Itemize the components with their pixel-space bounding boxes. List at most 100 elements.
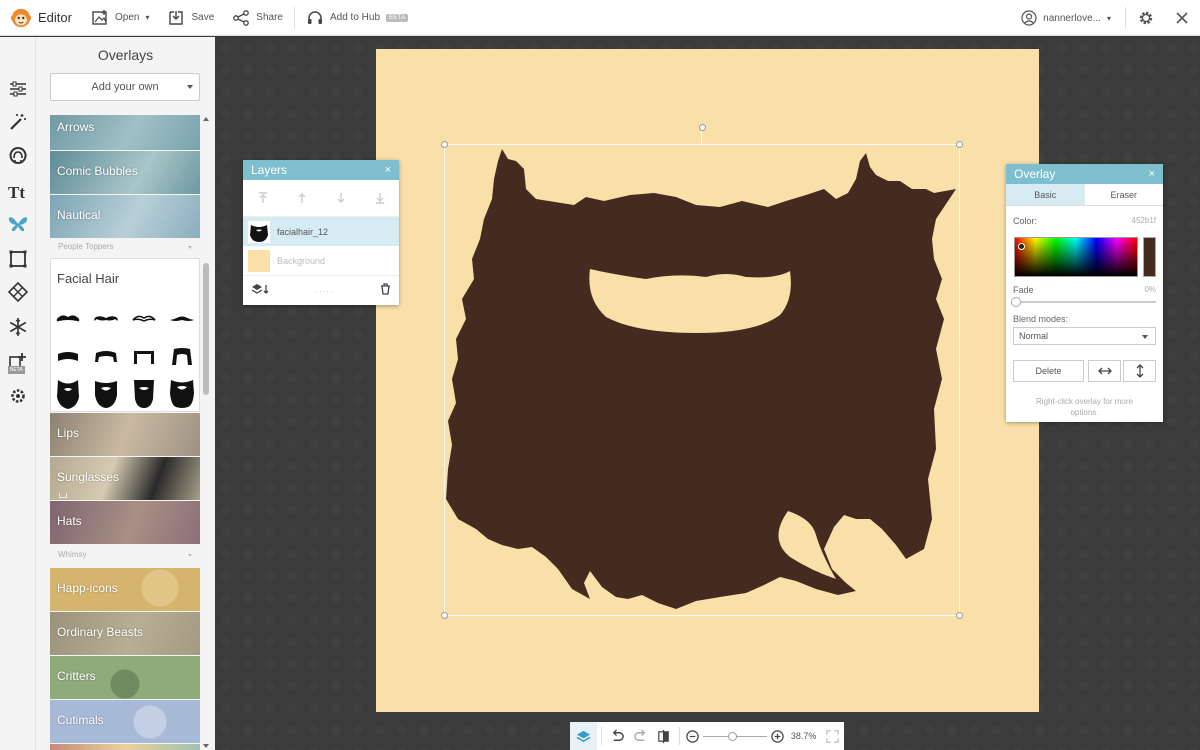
share-button[interactable]: Share	[223, 0, 292, 36]
overlay-panel-header[interactable]: Overlay ×	[1006, 164, 1163, 184]
rotate-handle[interactable]	[699, 124, 706, 131]
color-picker[interactable]	[1014, 237, 1138, 277]
color-hex-value[interactable]: 452b1f	[1132, 216, 1156, 225]
close-icon[interactable]: ×	[385, 164, 391, 176]
category-tile-cutimals[interactable]: Cutimals	[50, 700, 200, 743]
mustache-5-thumbnail[interactable]	[54, 343, 82, 371]
rail-effects[interactable]	[6, 110, 30, 134]
layer-row-background[interactable]: Background	[243, 246, 399, 275]
save-button[interactable]: Save	[158, 0, 223, 36]
beard-3-thumbnail[interactable]	[130, 380, 158, 408]
zoom-slider[interactable]	[703, 731, 767, 741]
resize-handle-top-left[interactable]	[441, 141, 448, 148]
category-tile-nautical[interactable]: Nautical	[50, 195, 200, 238]
blend-label: Blend modes:	[1013, 314, 1069, 324]
category-tile-sunglasses[interactable]: Sunglasses	[50, 457, 200, 500]
move-up-button[interactable]	[295, 191, 309, 205]
mustache-3-thumbnail[interactable]	[130, 305, 158, 333]
save-label: Save	[191, 12, 215, 23]
mustache-7-thumbnail[interactable]	[130, 343, 158, 371]
rail-textures[interactable]	[6, 280, 30, 304]
user-avatar-icon	[1021, 10, 1037, 26]
scroll-up-arrow-icon[interactable]	[203, 117, 209, 121]
fade-slider[interactable]	[1011, 297, 1156, 307]
category-tile-lips[interactable]: Lips	[50, 413, 200, 456]
user-menu[interactable]: nannerlove... ▾	[1009, 10, 1123, 26]
section-header-people-toppers[interactable]: People Toppers	[58, 242, 192, 251]
layers-panel-header[interactable]: Layers ×	[243, 160, 399, 180]
selection-box[interactable]	[441, 124, 963, 619]
zoom-out-button[interactable]	[684, 722, 701, 750]
overlay-category-list[interactable]: Arrows Comic Bubbles Nautical People Top…	[50, 115, 200, 750]
fit-screen-button[interactable]	[821, 722, 844, 750]
drag-grip[interactable]: .....	[316, 284, 334, 294]
bring-to-front-button[interactable]	[256, 191, 270, 205]
category-tile-critters[interactable]: Critters	[50, 656, 200, 699]
compare-button[interactable]	[652, 722, 675, 750]
category-tile-comic-bubbles[interactable]: Comic Bubbles	[50, 151, 200, 194]
zoom-slider-knob[interactable]	[728, 731, 738, 741]
redo-button[interactable]	[629, 722, 652, 750]
mustache-2-thumbnail[interactable]	[92, 305, 120, 333]
beard-icon	[134, 380, 154, 408]
category-tile-ordinary-beasts[interactable]: Ordinary Beasts	[50, 612, 200, 655]
fade-slider-knob[interactable]	[1011, 297, 1021, 307]
open-button[interactable]: Open ▾	[82, 0, 158, 36]
category-tile-next[interactable]	[50, 744, 200, 750]
flip-vertical-button[interactable]	[1123, 360, 1156, 382]
beard-2-thumbnail[interactable]	[92, 380, 120, 408]
scroll-down-arrow-icon[interactable]	[203, 744, 209, 748]
layer-row-facialhair[interactable]: facialhair_12	[243, 217, 399, 246]
flip-horizontal-button[interactable]	[1088, 360, 1121, 382]
zoom-out-icon	[686, 729, 700, 743]
hub-label: Add to Hub	[329, 12, 381, 23]
layer-name: Background	[277, 255, 326, 266]
section-header-whimsy[interactable]: Whimsy	[58, 550, 192, 559]
rail-text[interactable]: Tt	[6, 180, 30, 204]
beard-4-thumbnail[interactable]	[168, 380, 196, 408]
move-down-button[interactable]	[334, 191, 348, 205]
category-tile-happ-icons[interactable]: Happ-icons	[50, 568, 200, 611]
rail-settings[interactable]	[6, 384, 30, 408]
settings-button[interactable]	[1128, 0, 1164, 36]
add-your-own-dropdown[interactable]: Add your own	[50, 73, 200, 101]
zoom-in-button[interactable]	[769, 722, 786, 750]
blend-mode-select[interactable]: Normal	[1013, 327, 1156, 345]
color-picker-cursor[interactable]	[1018, 243, 1025, 250]
rail-basic-edits[interactable]	[6, 77, 30, 101]
resize-handle-bottom-left[interactable]	[441, 612, 448, 619]
resize-handle-bottom-right[interactable]	[956, 612, 963, 619]
close-icon[interactable]: ×	[1149, 168, 1155, 180]
undo-button[interactable]	[606, 722, 629, 750]
chevron-down-icon: ▾	[145, 13, 150, 22]
tab-basic[interactable]: Basic	[1006, 184, 1085, 205]
gear-icon	[1139, 11, 1153, 25]
photo-canvas[interactable]	[376, 49, 1039, 712]
layers-footer: .....	[243, 275, 399, 301]
merge-layers-icon[interactable]	[251, 283, 269, 295]
tab-eraser[interactable]: Eraser	[1085, 184, 1164, 205]
add-to-hub-button[interactable]: Add to Hub BETA	[297, 0, 417, 36]
layers-toggle-button[interactable]	[570, 722, 597, 750]
beard-1-thumbnail[interactable]	[54, 380, 82, 409]
mustache-4-thumbnail[interactable]	[168, 305, 196, 333]
delete-overlay-button[interactable]: Delete	[1013, 360, 1084, 382]
send-to-back-button[interactable]	[373, 191, 387, 205]
current-color-swatch[interactable]	[1143, 237, 1156, 277]
mustache-1-thumbnail[interactable]	[54, 305, 82, 333]
rail-seasonal[interactable]	[6, 315, 30, 339]
mustache-8-thumbnail[interactable]	[168, 343, 196, 371]
rail-overlays[interactable]	[6, 212, 30, 236]
rail-frames[interactable]	[6, 247, 30, 271]
scrollbar-thumb[interactable]	[203, 263, 209, 395]
panel-scrollbar[interactable]	[202, 115, 210, 750]
trash-icon[interactable]	[380, 282, 391, 295]
mustache-6-thumbnail[interactable]	[92, 343, 120, 371]
close-editor-button[interactable]	[1164, 0, 1200, 36]
category-tile-hats[interactable]: Hats	[50, 501, 200, 544]
rail-touch-up[interactable]	[6, 144, 30, 168]
resize-handle-top-right[interactable]	[956, 141, 963, 148]
category-tile-arrows[interactable]: Arrows	[50, 115, 200, 150]
overlay-properties-panel: Overlay × Basic Eraser Color: 452b1f Fad…	[1006, 164, 1163, 422]
brand[interactable]: Editor	[0, 7, 82, 29]
